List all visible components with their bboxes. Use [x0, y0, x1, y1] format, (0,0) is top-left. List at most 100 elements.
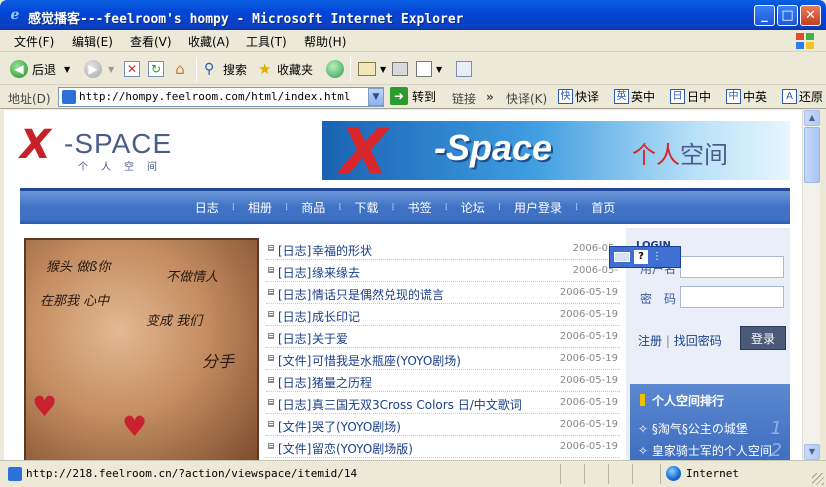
register-link[interactable]: 注册	[638, 334, 662, 348]
menu-file[interactable]: 文件(F)	[14, 33, 54, 50]
resize-grip-icon[interactable]	[812, 473, 824, 485]
stop-button[interactable]: ✕	[124, 58, 140, 80]
entry-category[interactable]: [日志]	[278, 286, 311, 303]
ime-menu-icon[interactable]: ⋮	[652, 252, 662, 262]
featured-photo[interactable]: 猴头 做ß你 不做情人 在那我 心中 变成 我们 分手 ♥ ♥	[24, 238, 259, 460]
entry-title[interactable]: 成长印记	[312, 308, 360, 325]
refresh-button[interactable]: ↻	[148, 58, 164, 80]
ie-app-icon[interactable]: ℯ	[7, 7, 23, 23]
menu-help[interactable]: 帮助(H)	[304, 33, 346, 50]
mail-dropdown-icon[interactable]: ▼	[380, 65, 386, 74]
site-logo[interactable]: X -SPACE 个人空间	[20, 122, 195, 177]
list-item[interactable]: [日志] 猪量之历程 2006-05-19	[266, 370, 620, 392]
go-arrow-icon: ➜	[390, 87, 408, 105]
messenger-button[interactable]	[456, 58, 472, 80]
entry-title[interactable]: 关于爱	[312, 330, 348, 347]
list-item[interactable]: [日志] 成长印记 2006-05-19	[266, 304, 620, 326]
entry-category[interactable]: [日志]	[278, 308, 311, 325]
page-status-icon	[8, 467, 22, 481]
print-button[interactable]	[392, 58, 408, 80]
translate-quick-button[interactable]: 快 快译	[558, 88, 599, 105]
nav-item-bookmark[interactable]: 书签	[395, 199, 445, 216]
scroll-thumb[interactable]	[804, 127, 820, 183]
scroll-down-icon[interactable]: ▼	[804, 444, 820, 460]
list-item[interactable]: [日志] 缘来缘去 2006-05-	[266, 260, 620, 282]
entry-title[interactable]: 留恋(YOYO剧场版)	[312, 440, 413, 457]
list-item[interactable]: [日志] 真三国无双3Cross Colors 日/中文歌词 2006-05-19	[266, 392, 620, 414]
bullet-icon	[268, 311, 274, 317]
list-item[interactable]: [文件] 可惜我是水瓶座(YOYO剧场) 2006-05-19	[266, 348, 620, 370]
entry-category[interactable]: [文件]	[278, 418, 311, 435]
ranking-item[interactable]: ✧ §淘气§公主の城堡	[638, 420, 748, 437]
entry-category[interactable]: [日志]	[278, 242, 311, 259]
ime-toolbar[interactable]: ? ⋮	[609, 246, 681, 268]
entry-title[interactable]: 猪量之历程	[312, 374, 372, 391]
mail-button[interactable]: ▼	[358, 58, 386, 80]
username-input[interactable]	[680, 256, 784, 278]
restore-icon: A	[782, 89, 797, 104]
security-zone: Internet	[686, 467, 739, 480]
search-button[interactable]: ⚲ 搜索	[204, 58, 247, 80]
menu-tools[interactable]: 工具(T)	[246, 33, 287, 50]
back-dropdown-icon[interactable]: ▼	[64, 65, 70, 74]
list-item[interactable]: [日志] 情话只是偶然兑现的谎言 2006-05-19	[266, 282, 620, 304]
close-button[interactable]: ✕	[800, 5, 821, 26]
entry-list: [日志] 幸福的形状 2006-05- [日志] 缘来缘去 2006-05- [日志] 情…	[266, 238, 620, 458]
entry-title[interactable]: 可惜我是水瓶座(YOYO剧场)	[312, 352, 461, 369]
photo-writing: 在那我 心中	[40, 294, 110, 309]
translate-en-cn-button[interactable]: 英 英中	[614, 88, 655, 105]
entry-category[interactable]: [日志]	[278, 396, 311, 413]
list-item[interactable]: [文件] 留恋(YOYO剧场版) 2006-05-19	[266, 436, 620, 458]
entry-title[interactable]: 情话只是偶然兑现的谎言	[312, 286, 444, 303]
forward-dropdown-icon[interactable]: ▼	[108, 65, 114, 74]
entry-title[interactable]: 真三国无双3Cross Colors 日/中文歌词	[312, 396, 522, 413]
nav-item-diary[interactable]: 日志	[182, 199, 232, 216]
translate-jp-cn-button[interactable]: 日 日中	[670, 88, 711, 105]
password-input[interactable]	[680, 286, 784, 308]
forward-button[interactable]: ▶ ▼	[84, 58, 114, 80]
translate-cn-en-button[interactable]: 中 中英	[726, 88, 767, 105]
nav-item-login[interactable]: 用户登录	[501, 199, 575, 216]
entry-category[interactable]: [日志]	[278, 374, 311, 391]
vertical-scrollbar[interactable]: ▲ ▼	[802, 110, 820, 460]
entry-title[interactable]: 缘来缘去	[312, 264, 360, 281]
nav-item-album[interactable]: 相册	[235, 199, 285, 216]
go-button[interactable]: ➜ 转到	[390, 87, 436, 105]
help-icon[interactable]: ?	[634, 250, 648, 264]
login-button[interactable]: 登录	[740, 326, 786, 350]
favorites-button[interactable]: ★ 收藏夹	[258, 58, 313, 80]
nav-item-goods[interactable]: 商品	[288, 199, 338, 216]
media-button[interactable]	[326, 58, 344, 80]
entry-category[interactable]: [文件]	[278, 440, 311, 457]
entry-category[interactable]: [文件]	[278, 352, 311, 369]
nav-item-home[interactable]: 首页	[578, 199, 628, 216]
entry-category[interactable]: [日志]	[278, 264, 311, 281]
entry-title[interactable]: 幸福的形状	[312, 242, 372, 259]
list-item[interactable]: [日志] 关于爱 2006-05-19	[266, 326, 620, 348]
chevron-right-icon[interactable]: »	[486, 90, 494, 104]
ranking-item[interactable]: ✧ 皇家骑士军的个人空间	[638, 442, 772, 459]
entry-category[interactable]: [日志]	[278, 330, 311, 347]
edit-button[interactable]: ▼	[416, 58, 442, 80]
ranking-number: 2	[770, 440, 782, 460]
entry-title[interactable]: 哭了(YOYO剧场)	[312, 418, 401, 435]
keyboard-icon[interactable]	[614, 252, 630, 262]
address-input[interactable]: http://hompy.feelroom.com/html/index.htm…	[58, 87, 384, 107]
translate-restore-button[interactable]: A 还原	[782, 88, 823, 105]
links-label[interactable]: 链接	[452, 90, 476, 107]
list-item[interactable]: [文件] 哭了(YOYO剧场) 2006-05-19	[266, 414, 620, 436]
nav-item-download[interactable]: 下载	[341, 199, 391, 216]
forgot-password-link[interactable]: 找回密码	[674, 334, 722, 348]
home-button[interactable]: ⌂	[172, 58, 188, 80]
menu-favorites[interactable]: 收藏(A)	[188, 33, 230, 50]
back-button[interactable]: ◀ 后退 ▼	[10, 58, 70, 80]
nav-item-forum[interactable]: 论坛	[448, 199, 498, 216]
scroll-up-icon[interactable]: ▲	[804, 110, 820, 126]
menu-view[interactable]: 查看(V)	[130, 33, 172, 50]
menu-edit[interactable]: 编辑(E)	[72, 33, 113, 50]
minimize-button[interactable]: _	[754, 5, 775, 26]
address-dropdown-icon[interactable]: ▼	[368, 88, 384, 106]
list-item[interactable]: [日志] 幸福的形状 2006-05-	[266, 238, 620, 260]
maximize-button[interactable]: □	[777, 5, 798, 26]
edit-dropdown-icon[interactable]: ▼	[436, 65, 442, 74]
